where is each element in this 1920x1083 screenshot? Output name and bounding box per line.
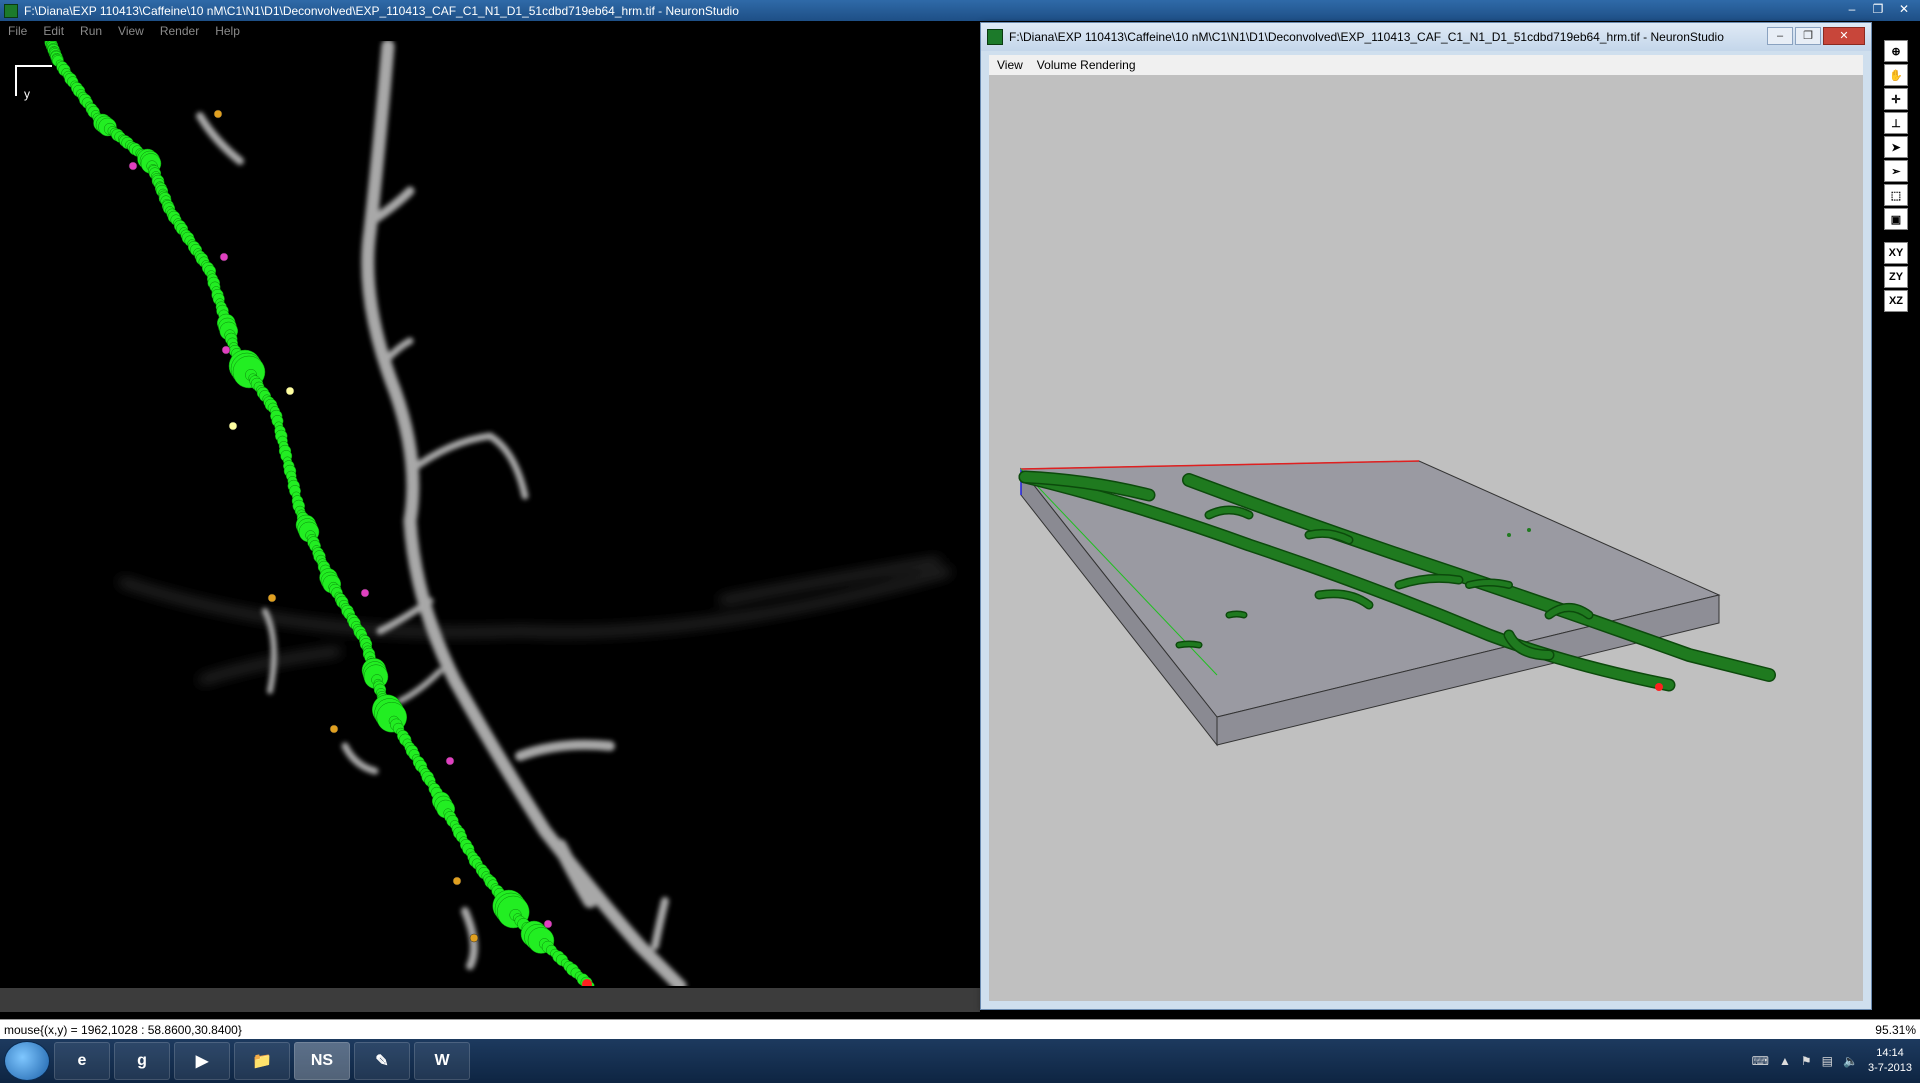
action-center-flag-icon[interactable]: ⚑ (1801, 1054, 1812, 1068)
crosshair-icon[interactable]: ✛ (1884, 88, 1908, 110)
volume-endpoint (1655, 683, 1663, 691)
lock-icon[interactable]: ▣ (1884, 208, 1908, 230)
faint-dendrites (119, 558, 951, 684)
volume-fragment (1227, 612, 1246, 617)
horizontal-scrollbar[interactable] (0, 988, 980, 1012)
volume-menu-view[interactable]: View (997, 58, 1023, 72)
pointer-edit-icon[interactable]: ➢ (1884, 160, 1908, 182)
spine-marker (285, 386, 295, 396)
spine-marker (329, 724, 339, 734)
plane-xy-button[interactable]: XY (1884, 242, 1908, 264)
spine-marker (219, 252, 229, 262)
volume-render-canvas[interactable] (989, 75, 1863, 1001)
volume-render-window[interactable]: F:\Diana\EXP 110413\Caffeine\10 nM\C1\N1… (980, 22, 1872, 1010)
volume-menu-volume-rendering[interactable]: Volume Rendering (1037, 58, 1136, 72)
volume-fragment (1177, 642, 1201, 647)
pointer-icon[interactable]: ➤ (1884, 136, 1908, 158)
hand-icon[interactable]: ✋ (1884, 64, 1908, 86)
volume-window-title: F:\Diana\EXP 110413\Caffeine\10 nM\C1\N1… (1009, 30, 1724, 44)
maximize-button[interactable]: ❐ (1866, 2, 1890, 17)
network-icon[interactable]: ▤ (1822, 1054, 1833, 1068)
menu-file[interactable]: File (8, 24, 27, 38)
spine-marker (445, 756, 455, 766)
axis-y-label: y (24, 87, 30, 101)
spine-marker (452, 876, 462, 886)
volume-fragment (1466, 580, 1512, 588)
volume-viewport[interactable] (989, 75, 1863, 1001)
mouse-position-readout: mouse{(x,y) = 1962,1028 : 58.8600,30.840… (4, 1022, 242, 1037)
volume-menu-bar: View Volume Rendering (989, 55, 1863, 75)
spine-marker (267, 593, 277, 603)
volume-close-button[interactable]: ✕ (1823, 27, 1865, 45)
clock[interactable]: 14:14 3-7-2013 (1868, 1046, 1912, 1076)
menu-render[interactable]: Render (160, 24, 199, 38)
volume-window-controls: – ❐ ✕ (1767, 27, 1865, 45)
volume-icon[interactable]: 🔈 (1843, 1054, 1858, 1068)
volume-maximize-button[interactable]: ❐ (1795, 27, 1821, 45)
taskbar-internet-explorer[interactable]: e (54, 1042, 110, 1080)
spine-marker (221, 345, 231, 355)
app-title: F:\Diana\EXP 110413\Caffeine\10 nM\C1\N1… (24, 3, 739, 18)
keyboard-icon[interactable]: ⌨ (1752, 1054, 1769, 1068)
taskbar-media-player[interactable]: ▶ (174, 1042, 230, 1080)
volume-fragment (1507, 533, 1511, 537)
neuronstudio-app-icon (987, 29, 1003, 45)
menu-help[interactable]: Help (215, 24, 240, 38)
close-button[interactable]: ✕ (1892, 2, 1916, 17)
window-controls: – ❐ ✕ (1840, 2, 1916, 17)
taskbar-paint[interactable]: ✎ (354, 1042, 410, 1080)
spine-marker (213, 109, 223, 119)
ruler-icon[interactable]: ⊥ (1884, 112, 1908, 134)
axis-indicator (15, 65, 52, 96)
menu-run[interactable]: Run (80, 24, 102, 38)
plane-zy-button[interactable]: ZY (1884, 266, 1908, 288)
zoom-icon[interactable]: ⊕ (1884, 40, 1908, 62)
windows-taskbar: e g ▶ 📁 NS ✎ W ⌨ ▲ ⚑ ▤ 🔈 14:14 3-7-2013 (0, 1039, 1920, 1083)
spine-marker (128, 161, 138, 171)
spine-marker (469, 933, 479, 943)
taskbar-neuronstudio[interactable]: NS (294, 1042, 350, 1080)
right-toolbar: ⊕ ✋ ✛ ⊥ ➤ ➢ ⬚ ▣ XY ZY XZ (1878, 40, 1914, 320)
volume-window-title-bar: F:\Diana\EXP 110413\Caffeine\10 nM\C1\N1… (981, 23, 1871, 51)
status-bar: mouse{(x,y) = 1962,1028 : 58.8600,30.840… (0, 1019, 1920, 1039)
system-tray: ⌨ ▲ ⚑ ▤ 🔈 14:14 3-7-2013 (1752, 1043, 1912, 1079)
spine-marker (228, 421, 238, 431)
neuron-image-canvas[interactable]: y (0, 41, 980, 986)
volume-fragment (1527, 528, 1531, 532)
clock-date: 3-7-2013 (1867, 1062, 1912, 1074)
taskbar-word[interactable]: W (414, 1042, 470, 1080)
taskbar-google-chrome[interactable]: g (114, 1042, 170, 1080)
volume-minimize-button[interactable]: – (1767, 27, 1793, 45)
app-title-bar: F:\Diana\EXP 110413\Caffeine\10 nM\C1\N1… (0, 0, 1920, 21)
spine-marker (543, 919, 553, 929)
minimize-button[interactable]: – (1840, 2, 1864, 17)
menu-view[interactable]: View (118, 24, 144, 38)
traced-dendrite[interactable] (44, 41, 595, 986)
spine-marker (360, 588, 370, 598)
menu-edit[interactable]: Edit (43, 24, 64, 38)
start-button[interactable] (4, 1041, 50, 1081)
neuronstudio-app-icon (4, 3, 18, 18)
plane-xz-button[interactable]: XZ (1884, 290, 1908, 312)
taskbar-file-explorer[interactable]: 📁 (234, 1042, 290, 1080)
show-hidden-icons-icon[interactable]: ▲ (1779, 1054, 1791, 1068)
select-region-icon[interactable]: ⬚ (1884, 184, 1908, 206)
clock-time: 14:14 (1876, 1047, 1904, 1059)
zoom-level: 95.31% (1875, 1022, 1916, 1037)
image-viewer-2d[interactable]: y (0, 41, 980, 986)
gray-dendrite (196, 41, 687, 986)
